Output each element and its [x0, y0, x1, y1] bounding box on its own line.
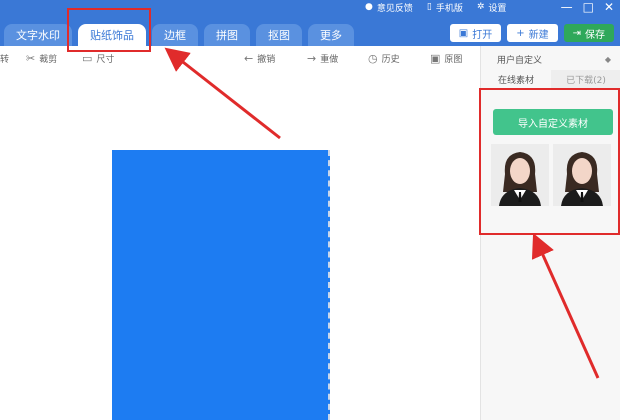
save-button[interactable]: ⇥ 保存: [563, 24, 614, 42]
export-icon: ⇥: [572, 27, 581, 39]
image-icon: ▣: [430, 52, 441, 65]
size-tool[interactable]: ▭ 尺寸: [82, 52, 114, 65]
crop-label: 裁剪: [39, 55, 58, 65]
top-links: ● 意见反馈 ▯ 手机版 ✲ 设置: [365, 0, 506, 14]
category-select[interactable]: 用户自定义 ◆: [481, 50, 620, 68]
window-controls: — □ ✕: [561, 0, 614, 14]
plus-icon: +: [516, 27, 525, 39]
header-buttons: ▣ 打开 + 新建 ⇥ 保存: [449, 24, 614, 42]
redo-label: 重做: [320, 55, 339, 65]
image-icon: ▣: [458, 27, 469, 39]
original-label: 原图: [444, 55, 463, 65]
open-label: 打开: [472, 29, 493, 41]
feedback-link[interactable]: ● 意见反馈: [365, 1, 413, 14]
undo-label: 撤销: [257, 55, 276, 65]
tab-online-material[interactable]: 在线素材: [481, 70, 551, 88]
undo-icon: ←: [244, 52, 254, 65]
crop-tool[interactable]: ✂ 裁剪: [26, 52, 57, 65]
minimize-icon[interactable]: —: [561, 0, 573, 14]
redo-icon: →: [307, 52, 317, 65]
highlight-box-stickers-tab: [67, 8, 151, 52]
category-value: 用户自定义: [497, 55, 543, 66]
resize-icon: ▭: [82, 52, 93, 65]
save-label: 保存: [585, 29, 605, 41]
mobile-link[interactable]: ▯ 手机版: [427, 1, 463, 14]
rotate-tool[interactable]: 转: [0, 52, 9, 65]
tab-collage[interactable]: 拼图: [204, 24, 250, 46]
history-label: 历史: [381, 55, 400, 65]
redo-tool[interactable]: → 重做: [307, 52, 338, 65]
canvas-area[interactable]: [0, 70, 480, 420]
history-tool[interactable]: ◷ 历史: [368, 52, 400, 65]
new-label: 新建: [528, 29, 549, 41]
feedback-label: 意见反馈: [376, 3, 413, 14]
tab-downloaded[interactable]: 已下载(2): [551, 70, 620, 88]
mobile-label: 手机版: [435, 3, 463, 14]
close-icon[interactable]: ✕: [604, 0, 614, 14]
highlight-box-material-panel: [479, 88, 620, 235]
maximize-icon[interactable]: □: [583, 0, 594, 14]
open-button[interactable]: ▣ 打开: [449, 24, 502, 42]
new-button[interactable]: + 新建: [507, 24, 558, 42]
photo-canvas[interactable]: [112, 150, 330, 420]
settings-label: 设置: [488, 3, 507, 14]
tab-more[interactable]: 更多: [308, 24, 354, 46]
gear-icon: ✲: [476, 2, 485, 12]
main-tabs: 文字水印 贴纸饰品 边框 拼图 抠图 更多: [0, 24, 354, 46]
tab-border[interactable]: 边框: [152, 24, 198, 46]
scissors-icon: ✂: [26, 52, 36, 65]
original-tool[interactable]: ▣ 原图: [430, 52, 462, 65]
clock-icon: ◷: [368, 52, 378, 65]
undo-tool[interactable]: ← 撤销: [244, 52, 275, 65]
size-label: 尺寸: [96, 55, 115, 65]
updown-arrow-icon: ◆: [604, 54, 611, 64]
feedback-icon: ●: [365, 2, 373, 12]
tab-text-watermark[interactable]: 文字水印: [4, 24, 72, 46]
material-tabs: 在线素材 已下载(2): [481, 70, 620, 88]
settings-link[interactable]: ✲ 设置: [477, 1, 507, 14]
rotate-label: 转: [0, 55, 10, 65]
tab-cutout[interactable]: 抠图: [256, 24, 302, 46]
phone-icon: ▯: [426, 2, 432, 12]
